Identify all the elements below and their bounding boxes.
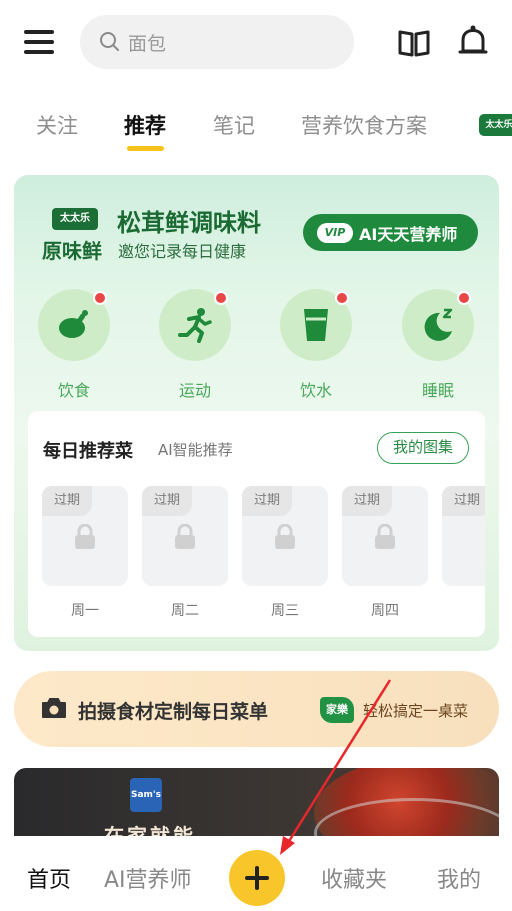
daily-recommend-subtitle: AI智能推荐: [158, 441, 233, 459]
vip-nutritionist-button[interactable]: VIP AI天天营养师: [303, 214, 478, 251]
category-diet[interactable]: 饮食: [38, 289, 110, 401]
brand-logo: 太太乐: [52, 208, 98, 230]
tab-follow[interactable]: 关注: [36, 110, 78, 140]
tab-brand-logo[interactable]: 太太乐: [479, 114, 512, 136]
day-card[interactable]: 过期 周四: [342, 486, 428, 620]
day-label: 周三: [271, 603, 299, 619]
day-label: 周二: [171, 603, 199, 619]
lock-icon: [75, 524, 95, 549]
app-screen: 面包 关注 推荐 笔记 营养饮食方案 太太乐 太太乐 原味鲜 松茸鲜调味料 邀您…: [0, 0, 512, 911]
chicken-icon: [59, 310, 88, 338]
category-label: 饮水: [299, 381, 332, 400]
daily-recommend-panel: 每日推荐菜 AI智能推荐 我的图集 过期 周一 过期 周二 过期 周三 过期 周…: [28, 411, 485, 637]
capture-banner-title: 拍摄食材定制每日菜单: [78, 701, 269, 723]
capture-menu-banner[interactable]: 拍摄食材定制每日菜单 家樂 轻松搞定一桌菜: [14, 671, 499, 747]
day-label: 周四: [371, 603, 399, 619]
category-sleep[interactable]: 睡眠: [402, 289, 474, 401]
category-water[interactable]: 饮水: [280, 289, 352, 401]
day-card[interactable]: 过期 周二: [142, 486, 228, 620]
my-gallery-button[interactable]: 我的图集: [377, 432, 469, 464]
vip-badge: VIP: [317, 222, 353, 243]
promo-card[interactable]: Sam's 在家就能: [14, 768, 499, 840]
lock-icon: [175, 524, 195, 549]
category-label: 运动: [178, 381, 211, 400]
water-cup-icon: [304, 309, 328, 341]
category-exercise[interactable]: 运动: [159, 289, 231, 401]
day-label: 周一: [71, 603, 99, 619]
search-bar[interactable]: 面包: [80, 15, 354, 69]
category-label: 饮食: [57, 381, 90, 400]
active-tab-indicator: [127, 146, 164, 151]
promo-brand-logo: Sam's: [130, 778, 162, 812]
capture-banner-subtitle: 轻松搞定一桌菜: [363, 702, 469, 720]
capture-brand-logo: 家樂: [320, 697, 354, 723]
menu-icon[interactable]: [24, 28, 56, 56]
day-card[interactable]: 过期 周三: [242, 486, 328, 620]
day-card[interactable]: 过期: [442, 486, 485, 586]
moon-sleep-icon: [424, 308, 453, 341]
lock-icon: [275, 524, 295, 549]
category-label: 睡眠: [421, 381, 454, 400]
nav-home[interactable]: 首页: [27, 862, 71, 894]
camera-icon: [42, 698, 66, 718]
bottom-nav: 首页 AI营养师 收藏夹 我的: [0, 836, 512, 911]
expired-tag: 过期: [242, 486, 292, 516]
health-card-title: 松茸鲜调味料: [117, 209, 261, 237]
notification-dot: [93, 291, 107, 305]
running-icon: [178, 308, 212, 343]
expired-tag: 过期: [142, 486, 192, 516]
search-icon: [100, 32, 119, 51]
add-button[interactable]: [229, 850, 285, 906]
search-placeholder: 面包: [128, 32, 167, 55]
tab-nutrition-plan[interactable]: 营养饮食方案: [301, 110, 427, 140]
nav-ai-nutritionist[interactable]: AI营养师: [104, 862, 192, 894]
category-tabs: 关注 推荐 笔记 营养饮食方案 太太乐: [0, 100, 512, 160]
health-card: 太太乐 原味鲜 松茸鲜调味料 邀您记录每日健康 VIP AI天天营养师 饮食 运…: [14, 175, 499, 651]
expired-tag: 过期: [42, 486, 92, 516]
notification-dot: [335, 291, 349, 305]
brand-name: 原味鲜: [42, 239, 102, 263]
top-bar: 面包: [0, 0, 512, 84]
daily-recommend-title: 每日推荐菜: [43, 441, 133, 462]
day-card[interactable]: 过期 周一: [42, 486, 128, 620]
expired-tag: 过期: [442, 486, 485, 516]
nav-favorites[interactable]: 收藏夹: [321, 862, 387, 894]
notification-dot: [457, 291, 471, 305]
lock-icon: [375, 524, 395, 549]
bell-icon[interactable]: [458, 24, 488, 60]
notification-dot: [214, 291, 228, 305]
expired-tag: 过期: [342, 486, 392, 516]
tab-notes[interactable]: 笔记: [213, 110, 255, 140]
health-card-subtitle: 邀您记录每日健康: [118, 242, 247, 261]
book-icon[interactable]: [397, 28, 431, 58]
nav-profile[interactable]: 我的: [437, 862, 481, 894]
vip-label: AI天天营养师: [359, 224, 458, 244]
tab-recommend[interactable]: 推荐: [124, 110, 166, 140]
